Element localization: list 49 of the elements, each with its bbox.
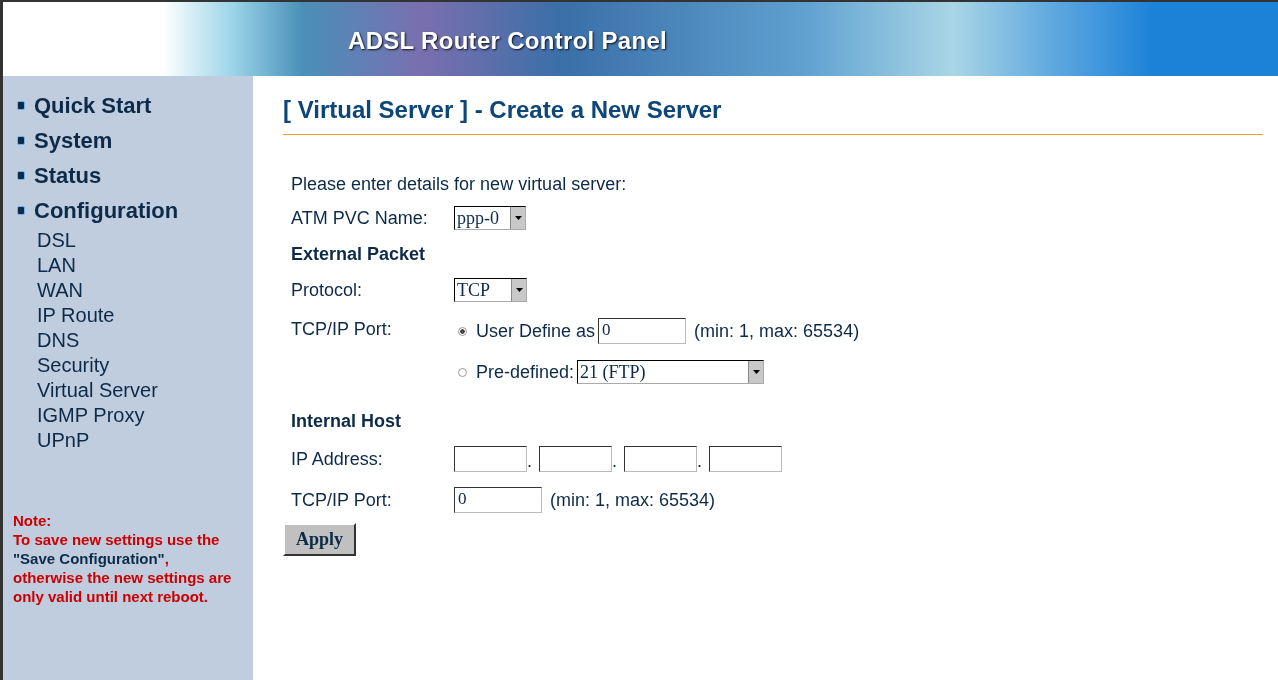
apply-button[interactable]: Apply	[283, 523, 357, 556]
nav-link[interactable]: Security	[37, 353, 253, 378]
dropdown[interactable]: 21 (FTP)	[577, 360, 765, 384]
nav-link[interactable]: System	[34, 127, 113, 154]
field-label: ATM PVC Name:	[291, 207, 429, 229]
field-label: TCP/IP Port:	[291, 318, 393, 340]
dropdown[interactable]: ppp-0	[454, 206, 526, 230]
section-heading: External Packet	[291, 244, 426, 265]
nav-link[interactable]: DNS	[37, 328, 253, 353]
dropdown[interactable]: TCP	[454, 278, 527, 302]
radio-button[interactable]	[458, 367, 467, 377]
nav-link[interactable]: DSL	[37, 228, 253, 253]
option-label: User Define as	[476, 320, 596, 342]
nav-link[interactable]: IP Route	[37, 303, 253, 328]
page-title: [ Virtual Server ] - Create a New Server	[283, 96, 1263, 135]
field-label: TCP/IP Port:	[291, 489, 393, 511]
nav-link[interactable]: LAN	[37, 253, 253, 278]
nav-link[interactable]: WAN	[37, 278, 253, 303]
ip-octet-input[interactable]	[454, 446, 527, 472]
bullet-icon	[17, 206, 25, 215]
ip-separator: .	[612, 451, 618, 472]
ip-octet-input[interactable]	[539, 446, 612, 472]
ip-separator: .	[527, 451, 533, 472]
ip-octet-input[interactable]	[624, 446, 697, 472]
note-text: To save new settings use the "Save Configuration", otherwise the new settings are only valid until next reboot.	[13, 530, 233, 606]
radio-button[interactable]	[458, 326, 467, 336]
port-input[interactable]: 0	[454, 487, 542, 513]
ip-separator: .	[697, 451, 703, 472]
range-hint: (min: 1, max: 65534)	[694, 320, 860, 342]
nav-link[interactable]: Status	[34, 162, 102, 189]
nav-link[interactable]: Quick Start	[34, 92, 152, 119]
nav-link[interactable]: Virtual Server	[37, 378, 253, 403]
nav-link[interactable]: IGMP Proxy	[37, 403, 253, 428]
nav-link[interactable]: UPnP	[37, 428, 253, 453]
ip-octet-input[interactable]	[709, 446, 782, 472]
field-label: Protocol:	[291, 279, 364, 301]
port-input[interactable]: 0	[598, 318, 687, 344]
bullet-icon	[17, 171, 25, 180]
save-configuration-link[interactable]: "Save Configuration"	[13, 550, 165, 567]
range-hint: (min: 1, max: 65534)	[550, 489, 716, 511]
banner-title: ADSL Router Control Panel	[348, 27, 668, 55]
field-label: IP Address:	[291, 448, 384, 470]
bullet-icon	[17, 136, 25, 145]
intro-text: Please enter details for new virtual server:	[291, 174, 627, 195]
note-title: Note:	[13, 511, 53, 530]
bullet-icon	[17, 101, 25, 110]
section-heading: Internal Host	[291, 411, 401, 432]
nav-link[interactable]: Configuration	[34, 197, 179, 224]
option-label: Pre-defined:	[476, 361, 575, 383]
